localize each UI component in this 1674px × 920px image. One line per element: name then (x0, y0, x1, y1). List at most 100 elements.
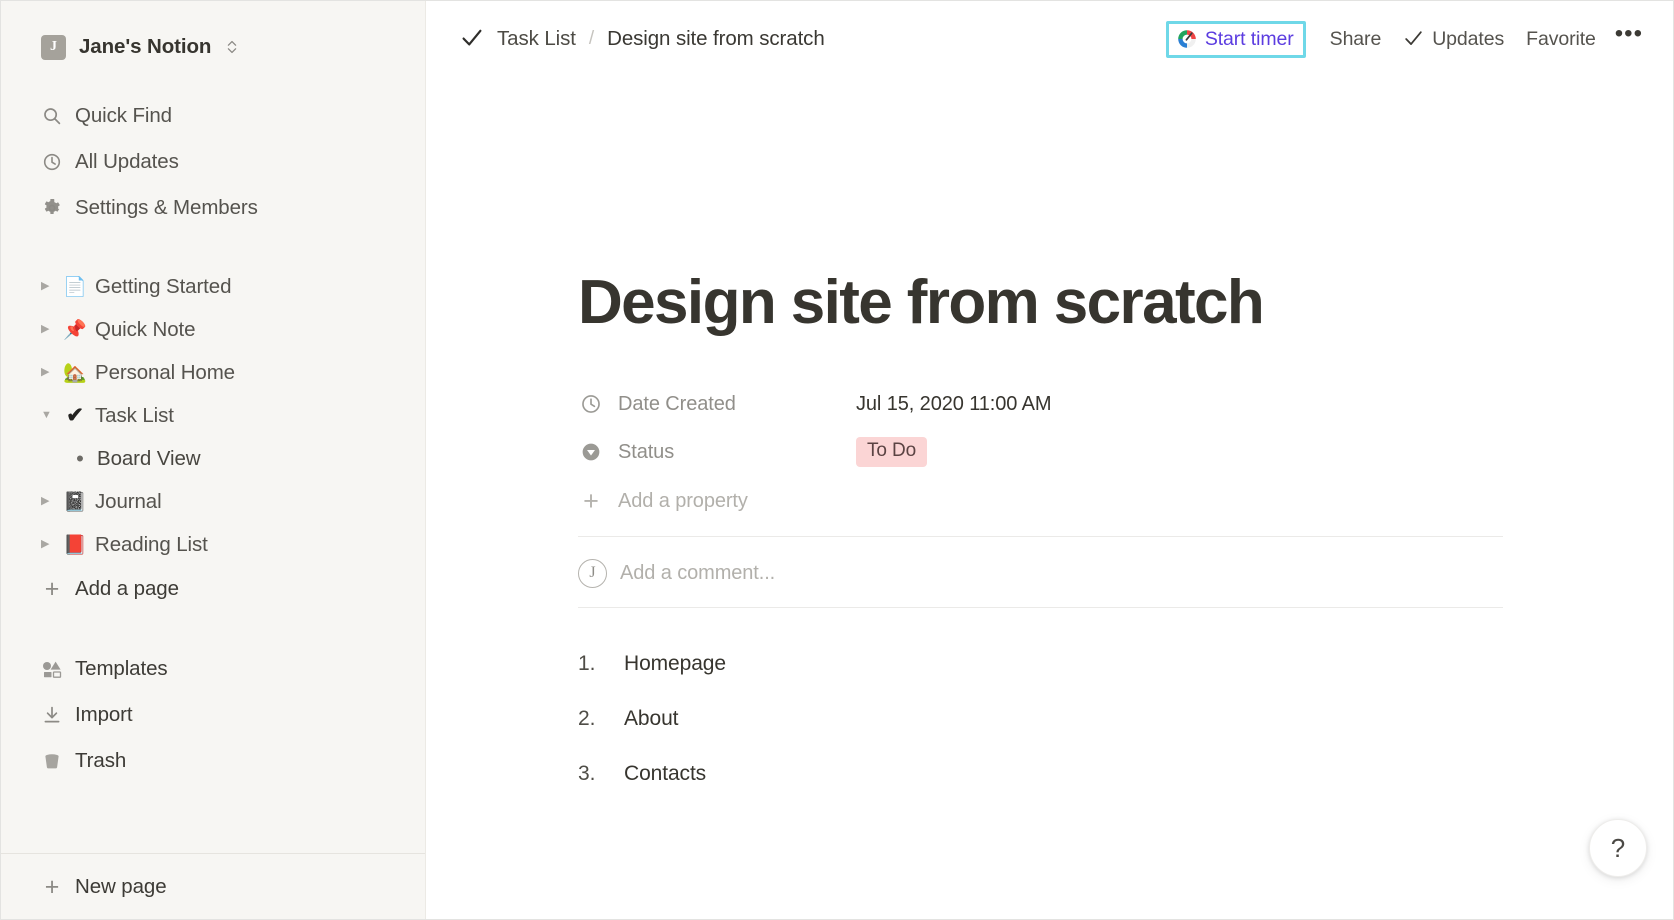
sidebar-page-journal[interactable]: ▶ 📓 Journal (1, 480, 425, 523)
sidebar-page-label: Quick Note (95, 317, 196, 341)
search-icon (41, 105, 63, 127)
sidebar-item-label: Templates (75, 657, 168, 680)
sidebar-item-import[interactable]: Import (1, 692, 425, 738)
breadcrumb-current[interactable]: Design site from scratch (607, 27, 825, 51)
sidebar: J Jane's Notion Quick Find All Updates S… (1, 1, 426, 919)
property-row-status[interactable]: Status To Do (578, 428, 1613, 476)
sidebar-scroll-area: J Jane's Notion Quick Find All Updates S… (1, 1, 425, 853)
sidebar-page-getting-started[interactable]: ▶ 📄 Getting Started (1, 265, 425, 308)
clock-icon (578, 393, 604, 415)
status-badge: To Do (856, 437, 928, 468)
numbered-list: 1. Homepage 2. About 3. Contacts (578, 652, 1613, 817)
trash-icon (41, 750, 63, 772)
sidebar-item-label: Import (75, 703, 133, 726)
page-icon-closed-book: 📕 (63, 534, 87, 556)
sidebar-page-quick-note[interactable]: ▶ 📌 Quick Note (1, 308, 425, 351)
workspace-switcher[interactable]: J Jane's Notion (1, 27, 425, 67)
page-properties: Date Created Jul 15, 2020 11:00 AM Statu… (578, 380, 1613, 526)
more-options-button[interactable]: ••• (1607, 22, 1651, 49)
page-icon-house: 🏡 (63, 362, 87, 384)
list-item-text: Homepage (624, 652, 726, 676)
favorite-label: Favorite (1526, 27, 1596, 50)
twisty-collapsed-icon[interactable]: ▶ (41, 367, 61, 378)
page-icon-checkmark: ✔ (66, 404, 84, 427)
divider (578, 536, 1503, 538)
sidebar-page-task-list[interactable]: ▼ ✔ Task List (1, 394, 425, 437)
sidebar-page-label: Getting Started (95, 274, 232, 298)
sidebar-page-board-view[interactable]: • Board View (1, 437, 425, 480)
add-a-page-button[interactable]: + Add a page (1, 566, 425, 612)
clock-icon (41, 151, 63, 173)
updates-button[interactable]: Updates (1392, 22, 1515, 57)
add-comment-placeholder: Add a comment... (620, 561, 776, 584)
sidebar-item-label: Settings & Members (75, 196, 258, 219)
topbar: Task List / Design site from scratch Sta… (426, 1, 1673, 77)
twisty-collapsed-icon[interactable]: ▶ (41, 324, 61, 335)
add-a-property-button[interactable]: + Add a property (578, 476, 1613, 526)
sidebar-page-label: Board View (97, 446, 201, 470)
twisty-expanded-icon[interactable]: ▼ (41, 410, 61, 421)
topbar-actions: Start timer Share Updates Favorite ••• (1165, 20, 1651, 58)
sidebar-page-reading-list[interactable]: ▶ 📕 Reading List (1, 523, 425, 566)
list-item-text: Contacts (624, 762, 707, 786)
twisty-collapsed-icon[interactable]: ▶ (41, 281, 61, 292)
help-button[interactable]: ? (1589, 819, 1647, 877)
divider (578, 607, 1503, 609)
sidebar-item-templates[interactable]: Templates (1, 646, 425, 692)
sidebar-page-label: Personal Home (95, 360, 235, 384)
sidebar-item-label: Trash (75, 749, 127, 772)
add-a-page-label: Add a page (75, 577, 179, 600)
check-icon (1403, 28, 1424, 49)
sidebar-page-label: Journal (95, 489, 162, 513)
list-item-text: About (624, 707, 679, 731)
page-icon-document: 📄 (63, 276, 87, 298)
avatar: J (578, 558, 607, 588)
select-icon (578, 441, 604, 463)
page-content: Design site from scratch Date Created Ju… (426, 77, 1673, 919)
favorite-button[interactable]: Favorite (1515, 22, 1607, 57)
gear-icon (41, 197, 63, 219)
sidebar-page-label: Reading List (95, 532, 208, 556)
add-comment-row[interactable]: J Add a comment... (578, 545, 1613, 601)
workspace-name: Jane's Notion (79, 35, 212, 58)
sidebar-item-all-updates[interactable]: All Updates (1, 139, 425, 185)
sidebar-item-label: Quick Find (75, 104, 172, 127)
sidebar-item-settings-members[interactable]: Settings & Members (1, 185, 425, 231)
templates-icon (41, 658, 63, 680)
breadcrumb-parent[interactable]: Task List (497, 27, 576, 51)
property-name: Status (618, 440, 675, 463)
list-item-index: 1. (578, 652, 596, 676)
add-a-property-label: Add a property (618, 489, 748, 512)
workspace-avatar: J (41, 34, 66, 60)
updates-label: Updates (1432, 27, 1505, 50)
property-value-date: Jul 15, 2020 11:00 AM (856, 392, 1052, 415)
sidebar-item-label: All Updates (75, 150, 179, 173)
sidebar-item-trash[interactable]: Trash (1, 738, 425, 784)
list-item[interactable]: 3. Contacts (578, 762, 1613, 817)
main-area: Task List / Design site from scratch Sta… (426, 1, 1673, 919)
twisty-collapsed-icon[interactable]: ▶ (41, 496, 61, 507)
page-icon-pushpin: 📌 (63, 319, 87, 341)
breadcrumb-separator: / (588, 28, 595, 49)
page-icon-notebook: 📓 (63, 491, 87, 513)
list-item-index: 3. (578, 762, 596, 786)
property-row-date-created[interactable]: Date Created Jul 15, 2020 11:00 AM (578, 380, 1613, 428)
property-name: Date Created (618, 392, 736, 415)
list-item[interactable]: 1. Homepage (578, 652, 1613, 707)
check-icon (460, 26, 484, 50)
sidebar-page-personal-home[interactable]: ▶ 🏡 Personal Home (1, 351, 425, 394)
list-item-index: 2. (578, 707, 596, 731)
chevron-updown-icon (226, 39, 238, 55)
list-item[interactable]: 2. About (578, 707, 1613, 762)
start-timer-label: Start timer (1204, 27, 1294, 50)
notion-window: J Jane's Notion Quick Find All Updates S… (0, 0, 1674, 920)
sidebar-item-quick-find[interactable]: Quick Find (1, 93, 425, 139)
import-icon (41, 704, 63, 726)
new-page-button[interactable]: + New page (1, 853, 425, 919)
page-title[interactable]: Design site from scratch (578, 268, 1613, 337)
start-timer-button[interactable]: Start timer (1165, 20, 1306, 58)
share-button[interactable]: Share (1319, 22, 1393, 57)
share-label: Share (1329, 27, 1382, 50)
timer-gauge-icon (1176, 28, 1198, 50)
twisty-collapsed-icon[interactable]: ▶ (41, 539, 61, 550)
